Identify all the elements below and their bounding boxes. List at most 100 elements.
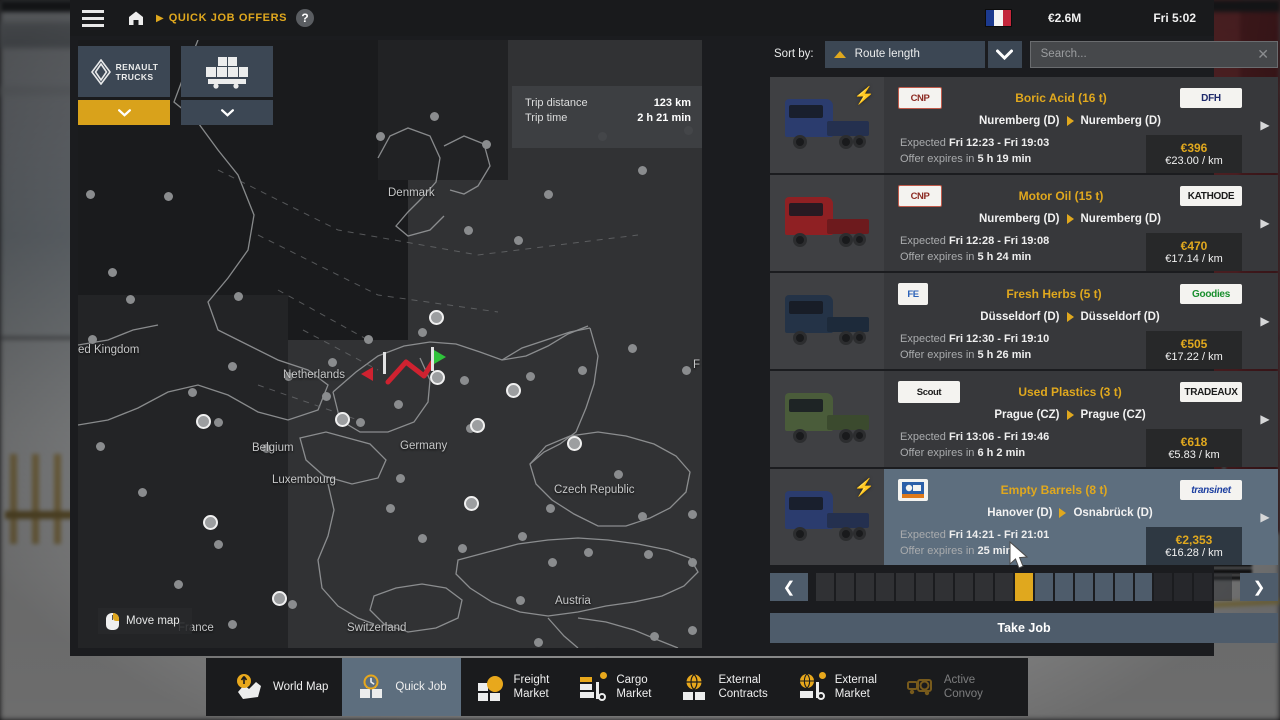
pagination-segment[interactable] xyxy=(836,573,854,601)
trailer-cargo-box[interactable] xyxy=(181,46,273,97)
pagination-segment[interactable] xyxy=(896,573,914,601)
pagination-segment[interactable] xyxy=(995,573,1013,601)
quick-job-window: ▶ QUICK JOB OFFERS ? €2.6M Fri 5:02 xyxy=(70,0,1214,656)
top-bar: ▶ QUICK JOB OFFERS ? €2.6M Fri 5:02 xyxy=(70,0,1214,36)
map-city-marker[interactable] xyxy=(429,310,444,325)
truck-selector[interactable]: RENAULT TRUCKS xyxy=(78,46,170,125)
pagination-segment[interactable] xyxy=(1055,573,1073,601)
job-expand-arrow-icon[interactable]: ▶ xyxy=(1252,371,1278,467)
pagination-segment[interactable] xyxy=(1015,573,1033,601)
job-row[interactable]: Scout Used Plastics (3 t) TRADEAUX Pragu… xyxy=(770,371,1278,467)
map-city-marker[interactable] xyxy=(196,414,211,429)
map-city-marker[interactable] xyxy=(203,515,218,530)
sort-dropdown-button[interactable] xyxy=(988,41,1022,68)
nav-freight-market[interactable]: Freight Market xyxy=(461,658,564,716)
search-input[interactable] xyxy=(1041,48,1258,60)
take-job-button[interactable]: Take Job xyxy=(770,613,1278,643)
map-city-marker[interactable] xyxy=(567,436,582,451)
truck-thumbnail xyxy=(770,273,884,369)
job-expand-arrow-icon[interactable]: ▶ xyxy=(1252,469,1278,565)
breadcrumb[interactable]: ▶ QUICK JOB OFFERS xyxy=(156,12,287,24)
breadcrumb-label: QUICK JOB OFFERS xyxy=(169,12,287,24)
pagination-segment[interactable] xyxy=(1075,573,1093,601)
job-rate: €16.28 / km xyxy=(1165,547,1222,559)
pagination-segment[interactable] xyxy=(1035,573,1053,601)
hamburger-menu-icon[interactable] xyxy=(70,0,116,36)
pagination-segment[interactable] xyxy=(935,573,953,601)
nav-external-market[interactable]: External Market xyxy=(782,658,891,716)
chevron-down-icon xyxy=(118,109,131,117)
pagination-segment[interactable] xyxy=(1095,573,1113,601)
clear-x-icon[interactable]: ✕ xyxy=(1257,47,1269,61)
job-details: FE Fresh Herbs (5 t) Goodies Düsseldorf … xyxy=(884,273,1252,369)
job-price: €396 xyxy=(1181,141,1208,155)
electric-truck-icon: ⚡ xyxy=(854,478,875,498)
nav-cargo-market[interactable]: Cargo Market xyxy=(563,658,665,716)
job-expand-arrow-icon[interactable]: ▶ xyxy=(1252,273,1278,369)
trailer-selector[interactable] xyxy=(181,46,273,125)
pagination-next-button[interactable]: ❯ xyxy=(1240,573,1278,601)
pagination-segment[interactable] xyxy=(955,573,973,601)
pagination-segment[interactable] xyxy=(1135,573,1153,601)
pagination-segment[interactable] xyxy=(1154,573,1172,601)
nav-quick-job[interactable]: Quick Job xyxy=(342,658,460,716)
map-city-marker[interactable] xyxy=(470,418,485,433)
map-city-marker[interactable] xyxy=(506,383,521,398)
route-arrow-icon xyxy=(1067,312,1074,322)
pagination-segment[interactable] xyxy=(876,573,894,601)
help-icon[interactable]: ? xyxy=(296,9,314,27)
pagination-segment[interactable] xyxy=(916,573,934,601)
route-arrow-icon xyxy=(1067,410,1074,420)
map-city-marker[interactable] xyxy=(464,496,479,511)
nav-external-contracts[interactable]: External Contracts xyxy=(665,658,781,716)
expected-label: Expected xyxy=(900,235,946,247)
map-city-marker[interactable] xyxy=(430,370,445,385)
expected-label: Expected xyxy=(900,431,946,443)
fe-company-icon: FE xyxy=(898,283,928,305)
truck-dropdown-button[interactable] xyxy=(78,100,170,125)
pagination-segment[interactable] xyxy=(1214,573,1232,601)
map-city-marker[interactable] xyxy=(335,412,350,427)
truck-brand-box[interactable]: RENAULT TRUCKS xyxy=(78,46,170,97)
pagination-segment[interactable] xyxy=(1194,573,1212,601)
map-label-switzerland: Switzerland xyxy=(347,622,406,634)
search-box[interactable]: ✕ xyxy=(1030,41,1278,68)
job-expand-arrow-icon[interactable]: ▶ xyxy=(1252,175,1278,271)
trailer-dropdown-button[interactable] xyxy=(181,100,273,125)
sort-ascending-icon[interactable] xyxy=(834,51,846,58)
truck-brand-line2: TRUCKS xyxy=(116,72,159,82)
job-row[interactable]: CNP Motor Oil (15 t) KATHODE Nuremberg (… xyxy=(770,175,1278,271)
truck-thumbnail: ⚡ xyxy=(770,469,884,565)
pagination-track[interactable] xyxy=(816,573,1232,601)
cnp-company-icon: CNP xyxy=(898,185,942,207)
sort-select[interactable]: Route length xyxy=(825,41,985,68)
job-row[interactable]: ⚡ CNP Boric Acid (16 t) DFH Nuremberg (D… xyxy=(770,77,1278,173)
pagination-segment[interactable] xyxy=(1115,573,1133,601)
job-expand-arrow-icon[interactable]: ▶ xyxy=(1252,77,1278,173)
expires-label: Offer expires in xyxy=(900,447,974,459)
job-details: Empty Barrels (8 t) transinet Hanover (D… xyxy=(884,469,1252,565)
truck-thumbnail xyxy=(770,175,884,271)
cargo-name: Boric Acid (16 t) xyxy=(942,91,1180,105)
destination-city: Nuremberg (D) xyxy=(1081,115,1162,127)
truck-image xyxy=(781,293,873,349)
home-icon[interactable] xyxy=(116,0,156,36)
map-panel[interactable]: Denmark ed Kingdom Netherlands Belgium L… xyxy=(78,40,702,648)
chevron-down-icon xyxy=(221,109,234,117)
job-row[interactable]: FE Fresh Herbs (5 t) Goodies Düsseldorf … xyxy=(770,273,1278,369)
pagination-segment[interactable] xyxy=(816,573,834,601)
pagination-prev-button[interactable]: ❮ xyxy=(770,573,808,601)
pagination-segment[interactable] xyxy=(856,573,874,601)
external-contracts-icon xyxy=(679,672,709,702)
nav-world-map[interactable]: World Map xyxy=(220,658,342,716)
pagination-segment[interactable] xyxy=(1174,573,1192,601)
job-rate: €23.00 / km xyxy=(1165,155,1222,167)
map-city-marker[interactable] xyxy=(272,591,287,606)
bottom-navigation: World Map Quick Job xyxy=(206,658,1028,716)
game-clock: Fri 5:02 xyxy=(1153,11,1196,25)
scout-company-icon: Scout xyxy=(898,381,960,403)
move-map-hint[interactable]: Move map xyxy=(98,608,192,634)
trip-time-value: 2 h 21 min xyxy=(637,112,691,124)
route-start-pole xyxy=(383,352,386,374)
pagination-segment[interactable] xyxy=(975,573,993,601)
